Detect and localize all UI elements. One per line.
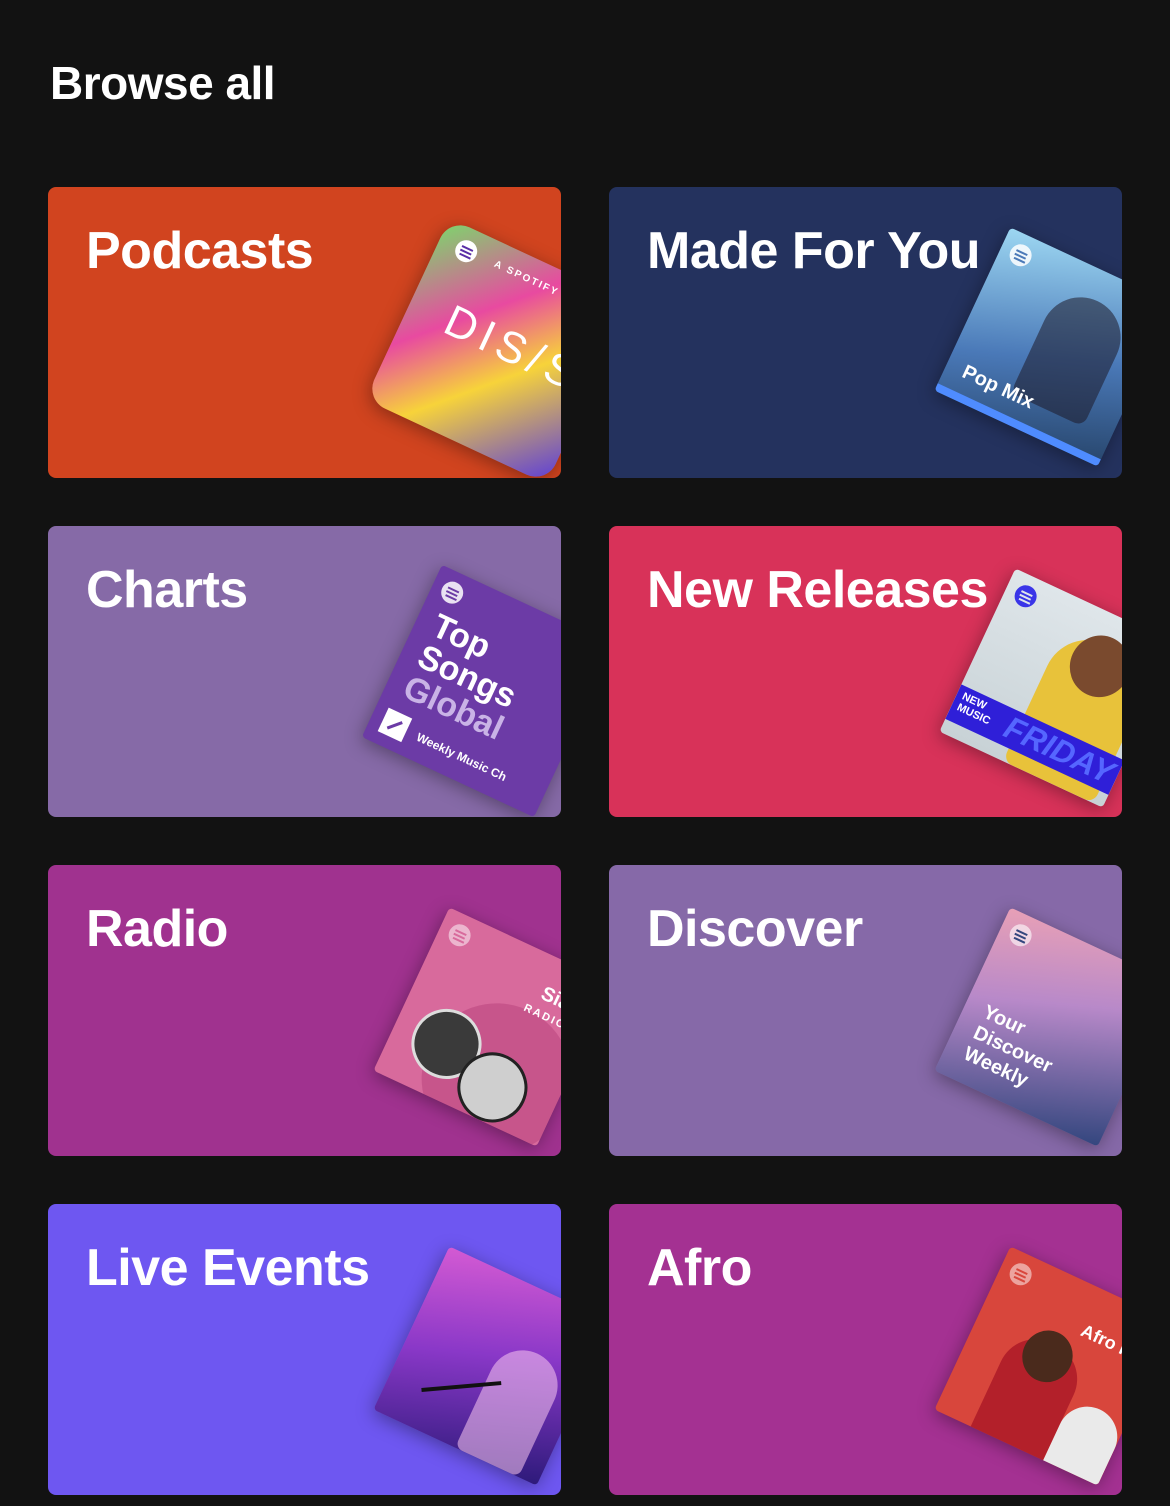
performer-silhouette: [454, 1338, 561, 1478]
podcast-cover-art: A SPOTIFY O DIS/SEC: [365, 218, 561, 478]
sia-radio-cover-art: Sia RADIO: [373, 907, 561, 1147]
tile-label: Discover: [647, 900, 863, 958]
browse-all-heading: Browse all: [50, 57, 276, 109]
category-grid: Podcasts A SPOTIFY O DIS/SEC Made For Yo…: [48, 187, 1122, 1495]
live-events-cover-art: [373, 1246, 561, 1486]
tile-radio[interactable]: Radio Sia RADIO: [48, 865, 561, 1156]
tile-label: Made For You: [647, 222, 981, 280]
tile-new-releases[interactable]: New Releases NEW MUSIC FRIDAY: [609, 526, 1122, 817]
top-songs-cover-art: Top Songs Global Weekly Music Ch: [361, 564, 561, 817]
arrow-up-right-icon: [377, 707, 413, 743]
spotify-logo-icon: [445, 920, 475, 950]
spotify-logo-icon: [1006, 240, 1036, 270]
spotify-logo-icon: [437, 578, 467, 608]
tile-podcasts[interactable]: Podcasts A SPOTIFY O DIS/SEC: [48, 187, 561, 478]
tile-made-for-you[interactable]: Made For You Pop Mix: [609, 187, 1122, 478]
tile-label: Radio: [86, 900, 228, 958]
spotify-logo-icon: [1006, 920, 1036, 950]
tile-live-events[interactable]: Live Events: [48, 1204, 561, 1495]
tile-afro[interactable]: Afro Afro Hi: [609, 1204, 1122, 1495]
cover-caption: A SPOTIFY O: [492, 258, 561, 305]
spotify-logo-icon: [1011, 581, 1041, 611]
tile-charts[interactable]: Charts Top Songs Global Weekly Music Ch: [48, 526, 561, 817]
spotify-logo-icon: [451, 236, 481, 266]
tile-discover[interactable]: Discover Your Discover Weekly: [609, 865, 1122, 1156]
discover-weekly-cover-art: Your Discover Weekly: [934, 907, 1122, 1147]
tile-label: Charts: [86, 561, 248, 619]
tile-label: Live Events: [86, 1239, 370, 1297]
tile-label: Afro: [647, 1239, 752, 1297]
spotify-logo-icon: [1006, 1259, 1036, 1289]
tile-label: New Releases: [647, 561, 988, 619]
cover-title: DIS/SEC: [436, 295, 561, 433]
cover-title: Afro Hi: [1077, 1320, 1122, 1364]
tile-label: Podcasts: [86, 222, 314, 280]
afro-hits-cover-art: Afro Hi: [934, 1246, 1122, 1486]
browse-page: Browse all Podcasts A SPOTIFY O DIS/SEC …: [0, 0, 1170, 1506]
